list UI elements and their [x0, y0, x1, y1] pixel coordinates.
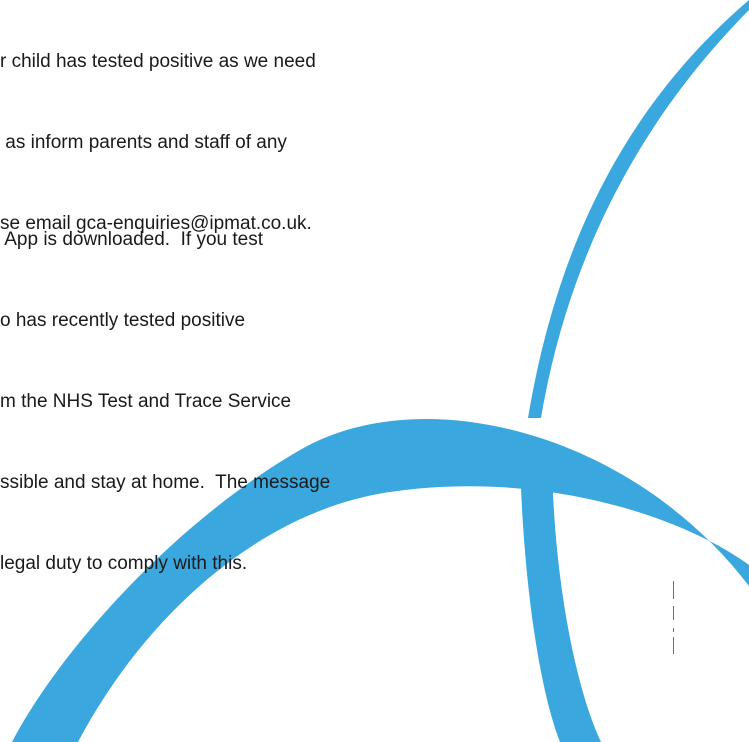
text-line: as inform parents and staff of any [0, 132, 287, 153]
text-line: r child has tested positive as we need [0, 51, 316, 72]
text-line: o has recently tested positive [0, 310, 246, 331]
margin-rule [673, 581, 674, 599]
text-line: m the NHS Test and Trace Service [0, 391, 292, 412]
text-line: App is downloaded. If you test [0, 229, 264, 250]
document-page: r child has tested positive as we need a… [0, 0, 749, 742]
margin-rule [673, 628, 674, 632]
margin-rule [673, 606, 674, 620]
text-line: ssible and stay at home. The message [0, 472, 331, 493]
margin-rule [673, 637, 674, 654]
paragraph-app-notice: App is downloaded. If you test o has rec… [0, 172, 330, 631]
swoosh-upper-arc [528, 0, 749, 418]
text-line: legal duty to comply with this. [0, 553, 248, 574]
